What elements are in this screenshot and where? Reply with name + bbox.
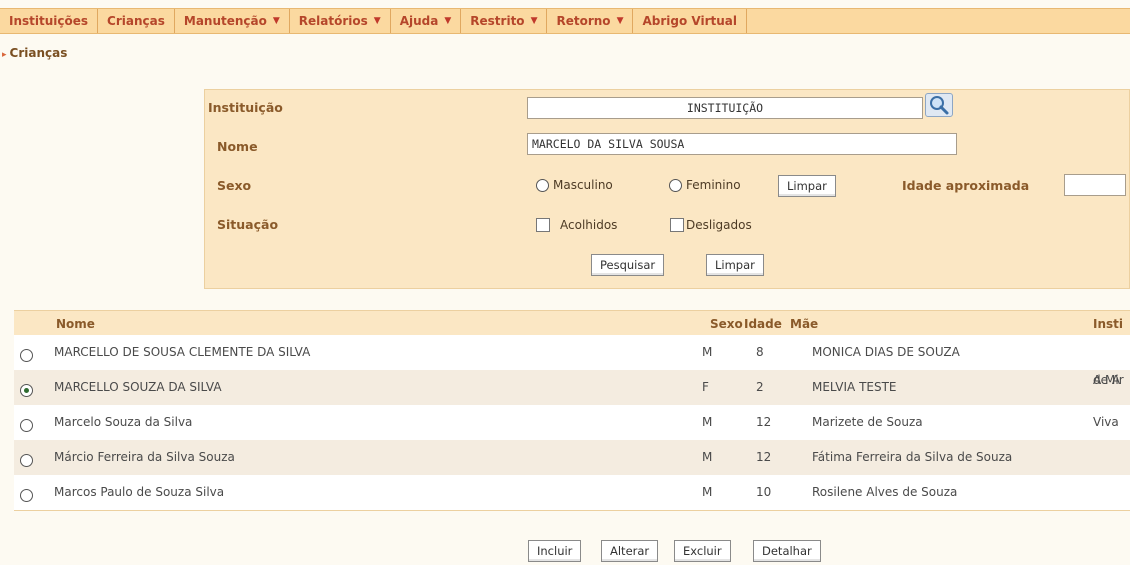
- limpar-button[interactable]: Limpar: [706, 254, 764, 276]
- dropdown-arrow-icon: ▼: [444, 16, 452, 26]
- desligados-label: Desligados: [686, 218, 752, 232]
- cell-nome: Marcelo Souza da Silva: [54, 415, 193, 429]
- cell-nome: Marcos Paulo de Souza Silva: [54, 485, 225, 499]
- row-select-radio[interactable]: [20, 454, 33, 467]
- menu-label: Ajuda: [399, 14, 439, 28]
- cell-mae: MELVIA TESTE: [812, 380, 897, 394]
- dropdown-arrow-icon: ▼: [616, 16, 624, 26]
- cell-sexo: F: [702, 380, 709, 394]
- dropdown-arrow-icon: ▼: [373, 16, 381, 26]
- cell-idade: 2: [756, 380, 764, 394]
- cell-idade: 8: [756, 345, 764, 359]
- cell-nome: MARCELLO SOUZA DA SILVA: [54, 380, 222, 394]
- menu-criancas[interactable]: Crianças: [98, 9, 175, 33]
- menu-abrigo-virtual[interactable]: Abrigo Virtual: [633, 9, 748, 33]
- dropdown-arrow-icon: ▼: [530, 16, 538, 26]
- dropdown-arrow-icon: ▼: [272, 16, 280, 26]
- bullet-icon: ▸: [2, 50, 7, 60]
- cell-idade: 10: [756, 485, 772, 499]
- desligados-checkbox[interactable]: [670, 218, 684, 232]
- cell-sexo: M: [702, 450, 713, 464]
- breadcrumb-label: Crianças: [9, 46, 68, 60]
- menu-restrito[interactable]: Restrito ▼: [461, 9, 548, 33]
- cell-mae: Marizete de Souza: [812, 415, 923, 429]
- row-select-radio[interactable]: [20, 489, 33, 502]
- incluir-button[interactable]: Incluir: [528, 540, 582, 562]
- masculino-radio[interactable]: [536, 178, 549, 192]
- menu-retorno[interactable]: Retorno ▼: [547, 9, 634, 33]
- cell-idade: 12: [756, 415, 772, 429]
- feminino-label: Feminino: [686, 178, 741, 192]
- table-row[interactable]: MARCELLO SOUZA DA SILVA F 2 MELVIA TESTE…: [14, 370, 1130, 405]
- cell-mae: Rosilene Alves de Souza: [812, 485, 958, 499]
- limpar-sexo-button[interactable]: Limpar: [778, 175, 836, 197]
- search-panel: Instituição INSTITUIÇÃO Nome MARCELO DA …: [204, 89, 1130, 289]
- menu-label: Abrigo Virtual: [642, 14, 738, 28]
- instituicao-field[interactable]: INSTITUIÇÃO: [527, 97, 923, 119]
- nome-field[interactable]: MARCELO DA SILVA SOUSA: [527, 133, 957, 155]
- feminino-radio[interactable]: [669, 178, 682, 192]
- instituicao-label: Instituição: [208, 100, 283, 115]
- table-row[interactable]: MARCELLO DE SOUSA CLEMENTE DA SILVA M 8 …: [14, 335, 1130, 370]
- option-desligados[interactable]: Desligados: [670, 218, 752, 232]
- cell-mae: MONICA DIAS DE SOUZA: [812, 345, 960, 359]
- table-header: Nome Sexo Idade Mãe Insti: [14, 311, 1130, 335]
- top-menu-bar: Instituições Crianças Manutenção ▼ Relató…: [0, 8, 1130, 34]
- cell-nome: MARCELLO DE SOUSA CLEMENTE DA SILVA: [54, 345, 311, 359]
- sexo-label: Sexo: [217, 178, 252, 193]
- nome-label: Nome: [217, 139, 258, 154]
- situacao-label: Situação: [217, 217, 279, 232]
- idade-field[interactable]: [1064, 174, 1126, 196]
- cell-sexo: M: [702, 345, 713, 359]
- menu-label: Retorno: [556, 14, 611, 28]
- menu-instituicoes[interactable]: Instituições: [0, 9, 99, 33]
- header-instituicao: Insti: [1093, 317, 1123, 331]
- row-select-radio[interactable]: [20, 419, 33, 432]
- cell-instituicao: Viva: [1093, 415, 1119, 429]
- table-row[interactable]: Marcelo Souza da Silva M 12 Marizete de …: [14, 405, 1130, 440]
- idade-label: Idade aproximada: [902, 178, 1030, 193]
- acolhidos-checkbox[interactable]: [536, 218, 550, 232]
- menu-label: Crianças: [107, 14, 165, 28]
- row-select-radio[interactable]: [20, 349, 33, 362]
- header-nome: Nome: [56, 317, 95, 331]
- row-select-radio[interactable]: [20, 384, 33, 397]
- detalhar-button[interactable]: Detalhar: [753, 540, 821, 562]
- menu-label: Instituições: [9, 14, 89, 28]
- results-table: Nome Sexo Idade Mãe Insti MARCELLO DE SO…: [14, 310, 1130, 511]
- header-sexo: Sexo: [710, 317, 743, 331]
- cell-mae: Fátima Ferreira da Silva de Souza: [812, 450, 1013, 464]
- menu-manutencao[interactable]: Manutenção ▼: [175, 9, 290, 33]
- option-acolhidos[interactable]: Acolhidos: [536, 218, 617, 232]
- cell-nome: Márcio Ferreira da Silva Souza: [54, 450, 235, 464]
- menu-relatorios[interactable]: Relatórios ▼: [290, 9, 391, 33]
- menu-label: Relatórios: [298, 14, 368, 28]
- excluir-button[interactable]: Excluir: [674, 540, 731, 562]
- menu-label: Restrito: [470, 14, 525, 28]
- search-institution-button[interactable]: [925, 93, 953, 117]
- pesquisar-button[interactable]: Pesquisar: [591, 254, 665, 276]
- cell-idade: 12: [756, 450, 772, 464]
- option-feminino[interactable]: Feminino: [669, 178, 741, 192]
- menu-label: Manutenção: [183, 14, 267, 28]
- acolhidos-label: Acolhidos: [560, 218, 618, 232]
- option-masculino[interactable]: Masculino: [536, 178, 613, 192]
- alterar-button[interactable]: Alterar: [601, 540, 659, 562]
- magnifier-icon: [930, 96, 949, 115]
- header-idade: Idade: [744, 317, 782, 331]
- table-row[interactable]: Marcos Paulo de Souza Silva M 10 Rosilen…: [14, 475, 1130, 511]
- masculino-label: Masculino: [553, 178, 613, 192]
- cell-sexo: M: [702, 415, 713, 429]
- cell-instituicao-line2: de A: [1093, 373, 1121, 387]
- menu-ajuda[interactable]: Ajuda ▼: [391, 9, 462, 33]
- breadcrumb: ▸ Crianças: [2, 46, 67, 60]
- cell-sexo: M: [702, 485, 713, 499]
- header-mae: Mãe: [790, 317, 819, 331]
- table-row[interactable]: Márcio Ferreira da Silva Souza M 12 Fáti…: [14, 440, 1130, 475]
